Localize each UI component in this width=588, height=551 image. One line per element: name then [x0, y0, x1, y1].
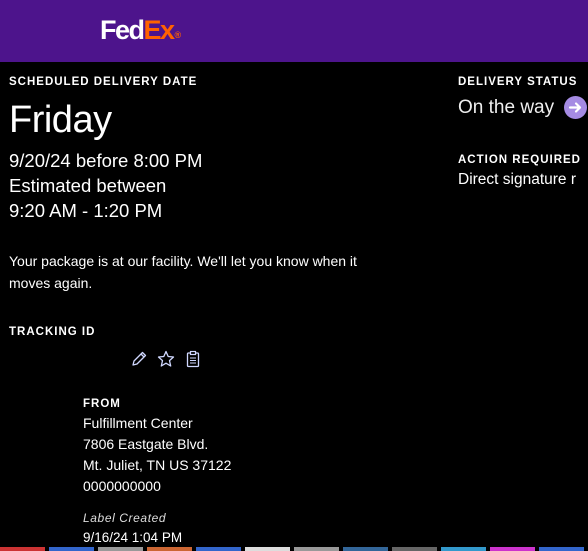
clipboard-icon[interactable] — [184, 350, 202, 368]
logo-registered-mark: ® — [174, 30, 182, 40]
from-label: FROM — [83, 398, 121, 410]
action-required-value: Direct signature r — [458, 171, 577, 188]
delivery-date-line: 9/20/24 before 8:00 PM — [9, 150, 203, 171]
event-date: 9/16/24 1:04 PM — [83, 530, 183, 545]
action-required-label: ACTION REQUIRED — [458, 154, 581, 166]
from-phone: 0000000000 — [83, 478, 161, 494]
logo-fed: Fed — [100, 15, 145, 45]
arrow-right-circle-icon[interactable] — [564, 96, 587, 119]
pencil-icon[interactable] — [130, 350, 148, 368]
estimate-window: 9:20 AM - 1:20 PM — [9, 200, 163, 221]
estimate-label: Estimated between — [9, 175, 167, 196]
header-bar: FedEx® — [0, 0, 588, 62]
from-name: Fulfillment Center — [83, 415, 193, 431]
tracking-id-label: TRACKING ID — [9, 326, 96, 338]
logo-ex: Ex — [143, 15, 176, 45]
from-city: Mt. Juliet, TN US 37122 — [83, 457, 232, 473]
from-street: 7806 Eastgate Blvd. — [83, 436, 209, 452]
package-message: Your package is at our facility. We'll l… — [9, 253, 357, 291]
delivery-status-value: On the way — [458, 97, 555, 118]
delivery-status-label: DELIVERY STATUS — [458, 76, 578, 88]
star-icon[interactable] — [157, 350, 175, 368]
tracking-actions — [130, 350, 202, 368]
fedex-logo[interactable]: FedEx® — [100, 15, 181, 46]
dock-strip — [0, 547, 588, 551]
from-address-block: FROM Fulfillment Center 7806 Eastgate Bl… — [83, 398, 231, 497]
scheduled-delivery-label: SCHEDULED DELIVERY DATE — [9, 76, 198, 88]
event-label: Label Created — [83, 511, 167, 525]
delivery-day: Friday — [9, 99, 112, 141]
